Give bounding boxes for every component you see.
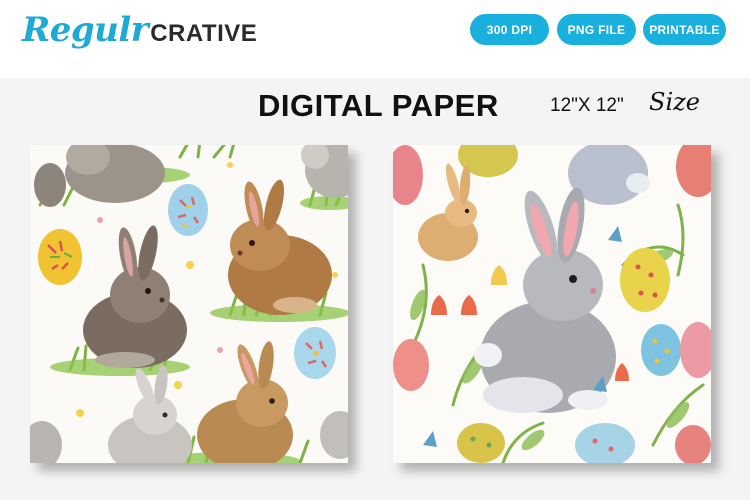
logo-caps-text: CRATIVE [150, 20, 258, 47]
brand-logo: Regulr CRATIVE [22, 10, 257, 54]
pattern-preview-left [30, 145, 348, 463]
badge-file-type: PNG FILE [557, 14, 636, 45]
page-title: DIGITAL PAPER [258, 88, 499, 123]
bunny-eggs-tulips-illustration [393, 145, 711, 463]
pattern-preview-right [393, 145, 711, 463]
size-dimensions: 12"X 12" [550, 95, 624, 116]
badge-dpi: 300 DPI [470, 14, 549, 45]
logo-script-text: Regulr [22, 10, 149, 50]
bunny-pattern-illustration [30, 145, 348, 463]
size-label: Size [649, 88, 700, 116]
badge-printable: PRINTABLE [643, 14, 726, 45]
